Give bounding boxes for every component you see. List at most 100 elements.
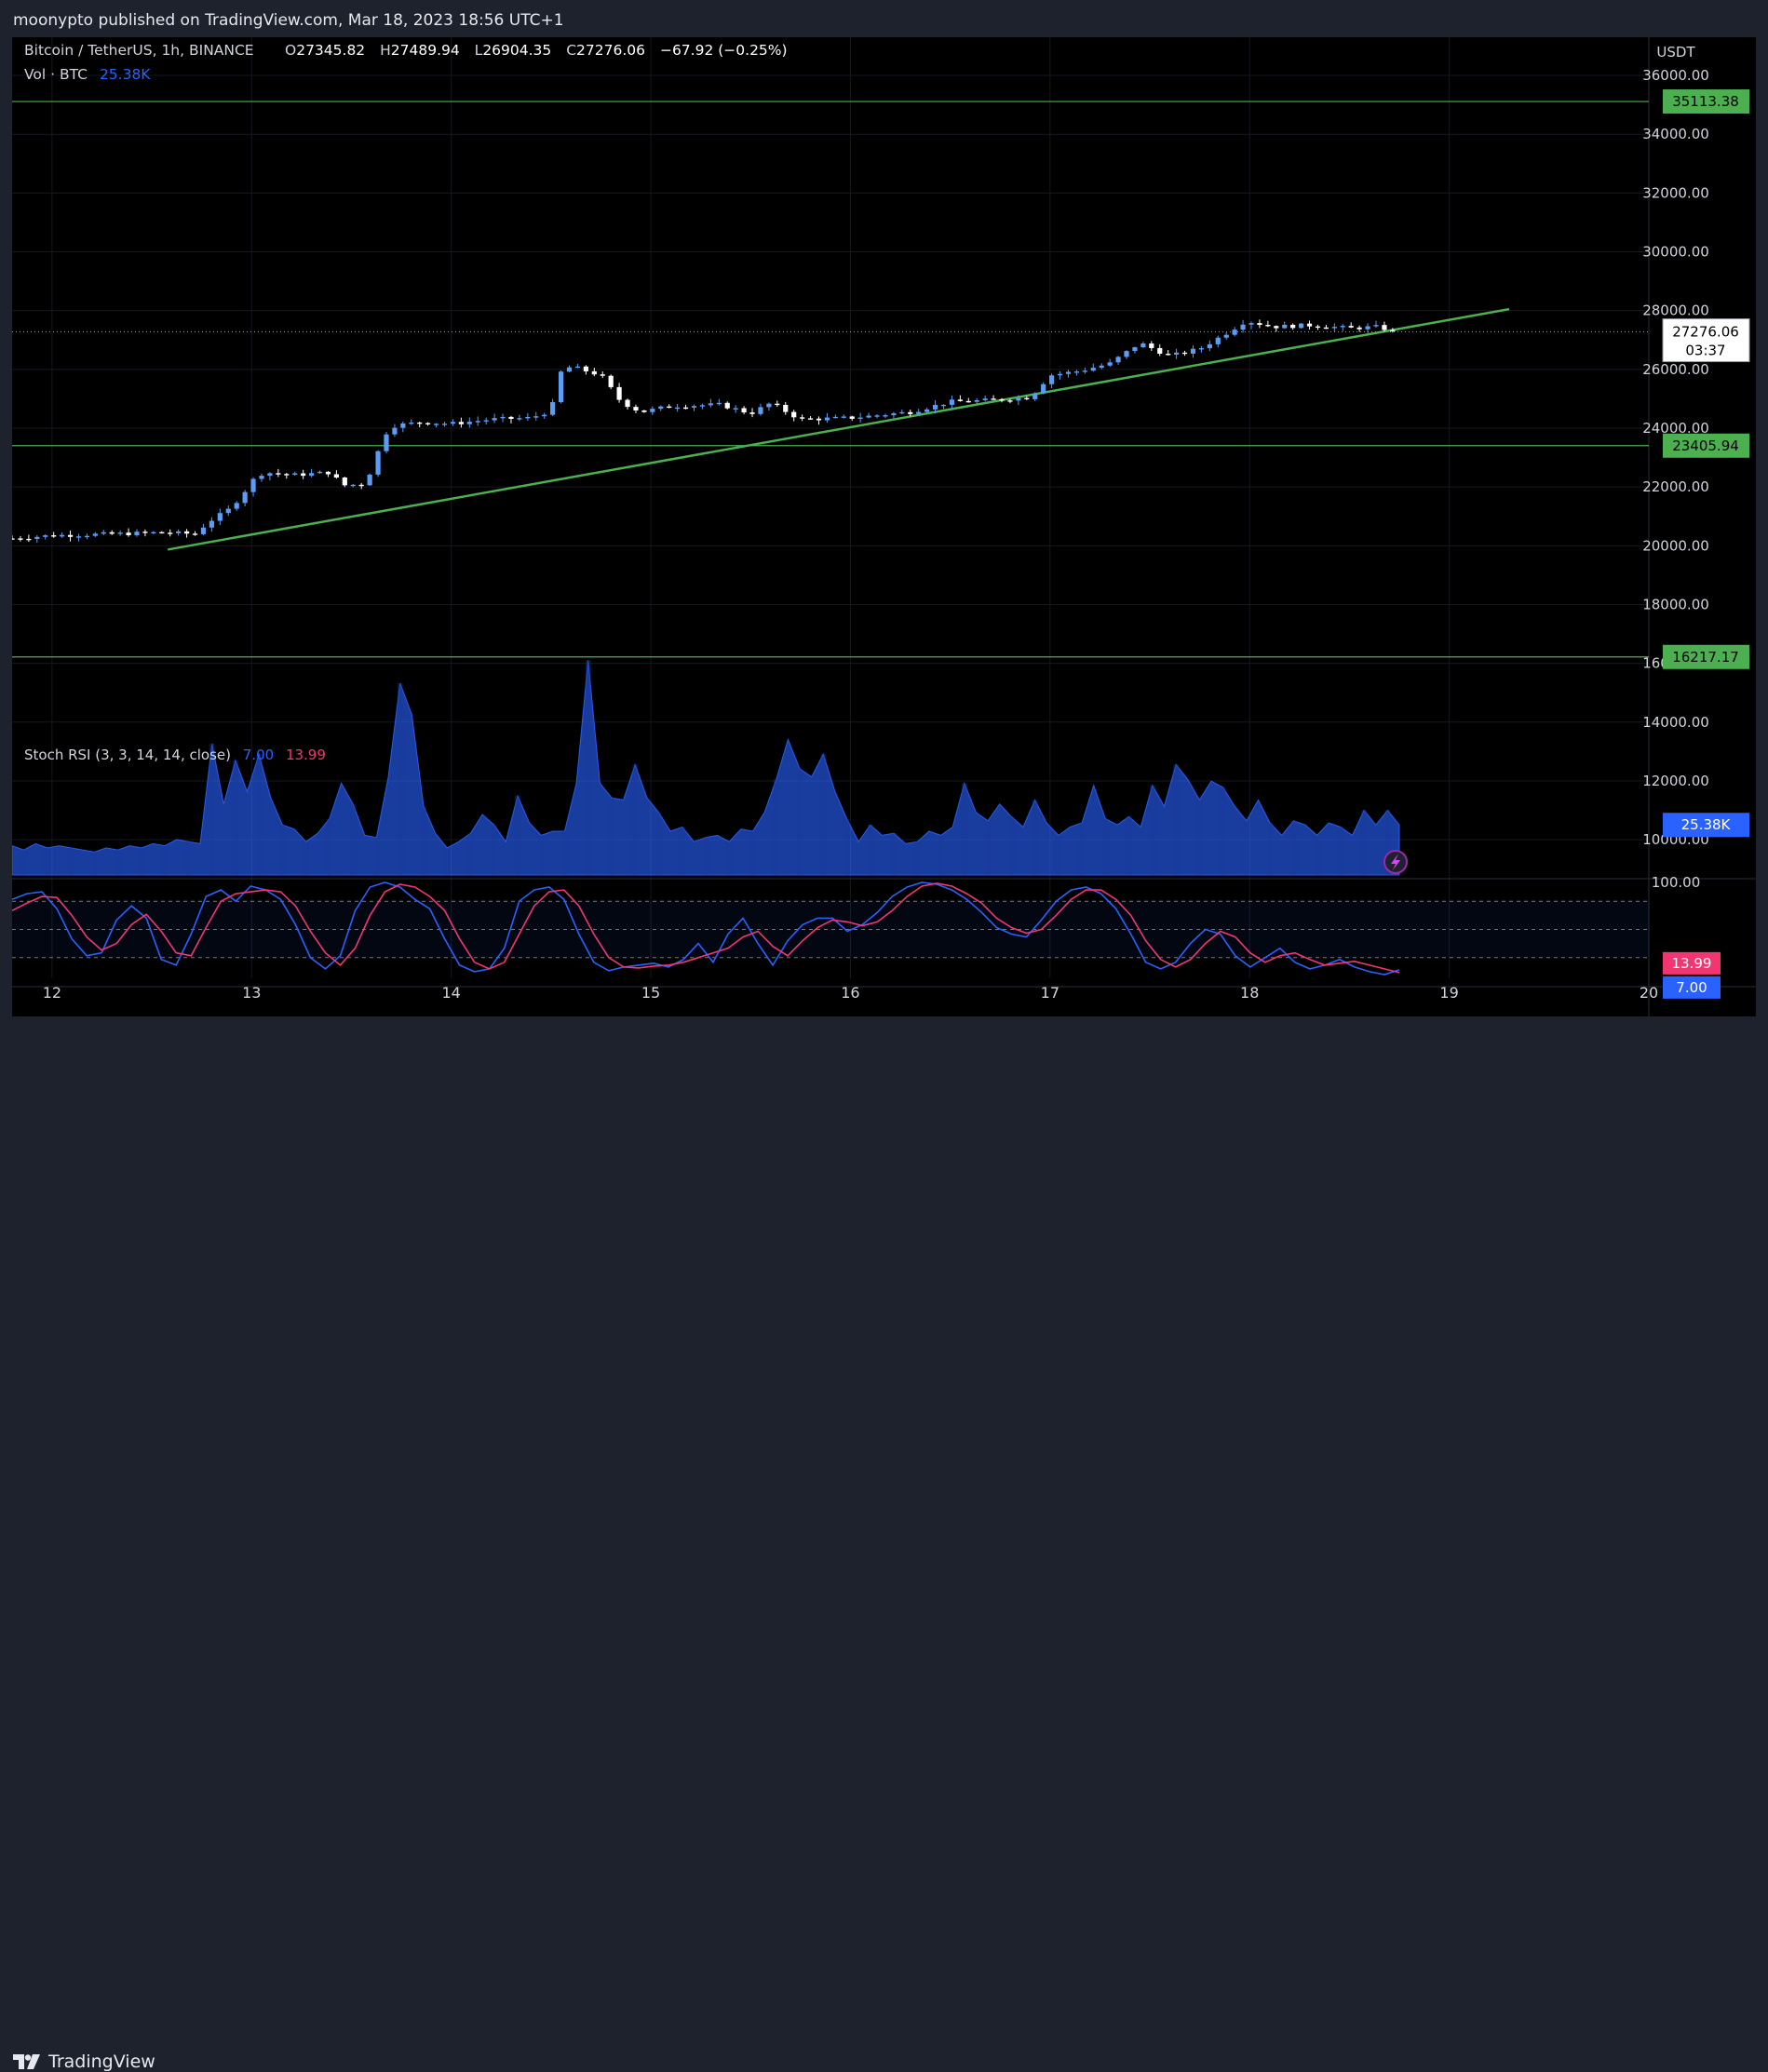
candle[interactable] <box>84 535 89 538</box>
chart-svg[interactable]: 36000.00 34000.00 32000.00 30000.00 28000.00… <box>9 37 1756 1016</box>
candle[interactable] <box>18 538 23 540</box>
candle[interactable] <box>940 404 947 407</box>
candle[interactable] <box>908 411 913 414</box>
candle[interactable] <box>775 403 780 406</box>
candle[interactable] <box>574 366 581 369</box>
candle[interactable] <box>1174 352 1180 355</box>
candle[interactable] <box>641 410 647 412</box>
candle[interactable] <box>999 398 1005 401</box>
candle[interactable] <box>1090 368 1096 371</box>
candle[interactable] <box>517 418 522 420</box>
candle[interactable] <box>949 399 955 405</box>
candle[interactable] <box>1041 383 1046 394</box>
candle[interactable] <box>583 366 588 371</box>
candle[interactable] <box>1356 327 1362 330</box>
candle[interactable] <box>982 398 988 400</box>
volume-axis-label[interactable]: 25.38K <box>1681 816 1732 833</box>
candle[interactable] <box>1132 347 1138 352</box>
candle[interactable] <box>392 427 398 435</box>
candle[interactable] <box>51 535 57 537</box>
candle[interactable] <box>916 411 922 414</box>
candle[interactable] <box>591 370 597 375</box>
candle[interactable] <box>234 503 239 509</box>
candle[interactable] <box>1365 326 1370 330</box>
candle[interactable] <box>117 532 123 534</box>
candle[interactable] <box>1306 323 1313 327</box>
candle[interactable] <box>325 471 331 475</box>
candle[interactable] <box>691 406 697 408</box>
candle[interactable] <box>1240 324 1246 330</box>
candle[interactable] <box>542 414 547 417</box>
candle[interactable] <box>350 484 356 487</box>
candle[interactable] <box>1331 327 1337 329</box>
candle[interactable] <box>766 403 772 408</box>
candle[interactable] <box>1257 323 1262 326</box>
candle[interactable] <box>508 416 514 420</box>
candle[interactable] <box>159 531 165 534</box>
symbol-title[interactable]: Bitcoin / TetherUS, 1h, BINANCE <box>24 42 254 59</box>
level-label[interactable]: 16217.17 <box>1672 649 1739 666</box>
candle[interactable] <box>1149 343 1154 348</box>
candle[interactable] <box>1223 334 1229 338</box>
candle[interactable] <box>134 531 140 536</box>
level-label[interactable]: 23405.94 <box>1672 437 1739 454</box>
candle[interactable] <box>276 473 281 475</box>
candle[interactable] <box>1290 324 1296 329</box>
stoch-rsi-legend[interactable]: Stoch RSI (3, 3, 14, 14, close) 7.00 13.… <box>24 747 326 763</box>
candle[interactable] <box>200 527 207 534</box>
candle[interactable] <box>375 451 381 475</box>
candle[interactable] <box>1082 370 1087 372</box>
candle[interactable] <box>716 402 722 405</box>
lightning-icon[interactable] <box>1383 850 1408 874</box>
candle[interactable] <box>101 531 106 534</box>
candle[interactable] <box>832 416 838 419</box>
candle[interactable] <box>267 473 273 477</box>
candle[interactable] <box>342 478 347 486</box>
candle[interactable] <box>616 386 622 400</box>
candle[interactable] <box>483 420 489 422</box>
candle[interactable] <box>1016 397 1021 401</box>
candle[interactable] <box>308 473 315 477</box>
candle[interactable] <box>699 405 706 407</box>
candle[interactable] <box>816 418 822 421</box>
candle[interactable] <box>1124 351 1129 357</box>
candle[interactable] <box>417 422 423 424</box>
candle[interactable] <box>1065 371 1072 374</box>
candle[interactable] <box>633 407 639 410</box>
candle[interactable] <box>658 406 664 410</box>
candle[interactable] <box>384 434 389 451</box>
candle[interactable] <box>333 474 339 478</box>
candle[interactable] <box>1215 337 1221 344</box>
candle[interactable] <box>1140 343 1146 348</box>
candle[interactable] <box>1248 323 1254 325</box>
candle[interactable] <box>991 398 996 400</box>
candle[interactable] <box>558 371 564 403</box>
level-label[interactable]: 35113.38 <box>1672 93 1739 110</box>
candle[interactable] <box>625 399 630 408</box>
candle[interactable] <box>225 508 231 514</box>
candle[interactable] <box>841 416 846 418</box>
candle[interactable] <box>1181 352 1188 355</box>
candle[interactable] <box>466 422 472 424</box>
candle[interactable] <box>367 474 372 486</box>
candle[interactable] <box>758 407 763 414</box>
candle[interactable] <box>932 404 938 410</box>
candle[interactable] <box>217 513 223 521</box>
candle[interactable] <box>26 538 32 541</box>
candle[interactable] <box>733 408 738 410</box>
candle[interactable] <box>75 536 82 538</box>
candle[interactable] <box>1157 347 1163 355</box>
candle[interactable] <box>667 406 672 409</box>
candle[interactable] <box>1049 375 1055 384</box>
candle[interactable] <box>183 531 190 534</box>
candle[interactable] <box>1032 393 1038 399</box>
candle[interactable] <box>109 531 115 534</box>
candle[interactable] <box>741 408 747 413</box>
candle[interactable] <box>409 422 414 424</box>
candle[interactable] <box>883 415 888 417</box>
candle[interactable] <box>1007 400 1013 402</box>
candle[interactable] <box>209 520 214 528</box>
trendline[interactable] <box>168 307 1510 551</box>
candle[interactable] <box>43 535 48 537</box>
candle[interactable] <box>1315 326 1321 329</box>
